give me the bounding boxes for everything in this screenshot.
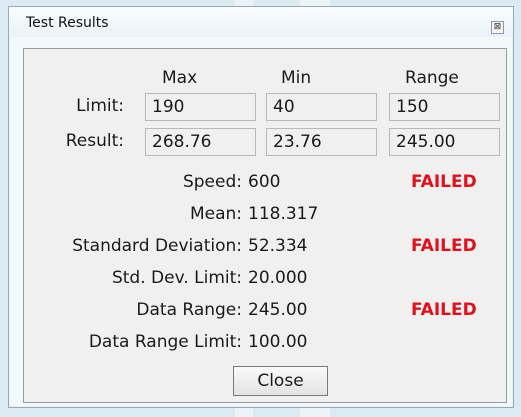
dialog-title: Test Results [26,15,109,31]
speed-label: Speed: [182,172,242,192]
limit-label: Limit: [76,96,124,116]
result-min-field: 23.76 [266,128,377,156]
column-header-max: Max [162,68,198,88]
close-icon[interactable]: ⊠ [491,21,504,34]
std-dev-limit-value: 20.000 [248,268,308,288]
limit-min-field: 40 [266,93,377,121]
data-range-value: 245.00 [248,300,308,320]
test-results-dialog: Test Results ⊠ Max Min Range Limit: 190 … [8,6,514,408]
mean-label: Mean: [189,204,242,224]
column-header-range: Range [405,68,459,88]
speed-value: 600 [248,172,281,192]
data-range-status: FAILED [411,300,477,320]
std-dev-value: 52.334 [248,236,308,256]
std-dev-label: Standard Deviation: [72,236,242,256]
speed-status: FAILED [411,172,477,192]
std-dev-limit-label: Std. Dev. Limit: [111,268,242,288]
title-bar: Test Results ⊠ [9,7,513,37]
data-range-label: Data Range: [136,300,242,320]
column-header-min: Min [281,68,312,88]
data-range-limit-value: 100.00 [248,332,308,352]
result-max-field: 268.76 [145,128,256,156]
result-label: Result: [65,131,124,151]
close-button[interactable]: Close [233,366,328,396]
data-range-limit-label: Data Range Limit: [88,332,242,352]
mean-value: 118.317 [248,204,319,224]
limit-range-field: 150 [389,93,500,121]
results-panel: Max Min Range Limit: 190 40 150 Result: … [23,48,507,403]
std-dev-status: FAILED [411,236,477,256]
result-range-field: 245.00 [389,128,500,156]
limit-max-field: 190 [145,93,256,121]
